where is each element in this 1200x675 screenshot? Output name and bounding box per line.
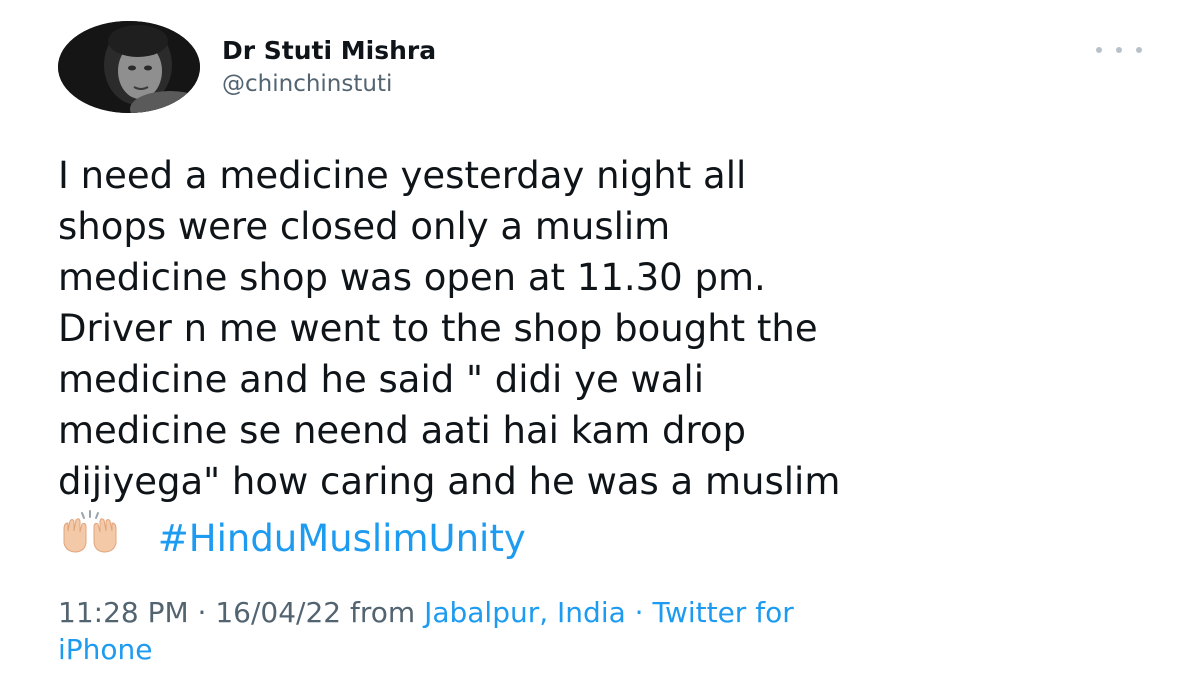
tweet-text-line: medicine shop was open at 11.30 pm. [58, 256, 766, 299]
tweet-meta: 11:28 PM · 16/04/22 from Jabalpur, India… [58, 594, 1158, 668]
more-horizontal-icon-dot [1136, 47, 1142, 53]
hashtag-link[interactable]: #HinduMuslimUnity [158, 517, 526, 560]
hashtag-line: #HinduMuslimUnity [58, 507, 1168, 564]
tweet-text-line: Driver n me went to the shop bought the [58, 307, 818, 350]
avatar[interactable] [58, 21, 200, 113]
more-horizontal-icon-dot [1116, 47, 1122, 53]
meta-separator-2: · [625, 596, 653, 629]
from-label: from [341, 596, 425, 629]
tweet-text: I need a medicine yesterday night all sh… [58, 150, 1168, 564]
raising-hands-emoji [58, 509, 122, 553]
user-handle[interactable]: @chinchinstuti [222, 69, 392, 99]
tweet-text-line: dijiyega" how caring and he was a muslim [58, 460, 841, 503]
more-horizontal-icon [1096, 47, 1102, 53]
source-link[interactable]: Twitter for [652, 596, 793, 629]
tweet-text-line: medicine se neend aati hai kam drop [58, 409, 746, 452]
more-options-button[interactable] [1096, 38, 1142, 62]
tweet-time[interactable]: 11:28 PM [58, 596, 189, 629]
tweet-text-line: shops were closed only a muslim [58, 205, 671, 248]
source-link-continued[interactable]: iPhone [58, 633, 153, 666]
location-link[interactable]: Jabalpur, India [424, 596, 626, 629]
tweet-date[interactable]: 16/04/22 [215, 596, 341, 629]
tweet-text-line: I need a medicine yesterday night all [58, 154, 747, 197]
avatar-photo [58, 21, 200, 113]
display-name[interactable]: Dr Stuti Mishra [222, 35, 436, 67]
tweet-text-line: medicine and he said " didi ye wali [58, 358, 704, 401]
tweet-card: Dr Stuti Mishra @chinchinstuti I need a … [0, 0, 1200, 675]
meta-separator: · [188, 596, 216, 629]
